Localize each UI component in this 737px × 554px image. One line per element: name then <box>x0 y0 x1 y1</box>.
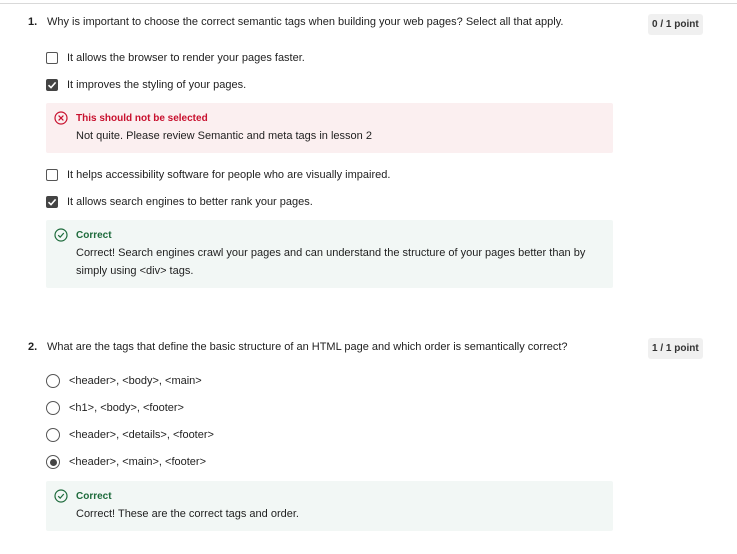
feedback-correct: Correct Correct! These are the correct t… <box>46 481 613 531</box>
check-circle-icon <box>54 228 68 242</box>
x-circle-icon <box>54 111 68 125</box>
option-label: It improves the styling of your pages. <box>67 79 247 91</box>
option-label: <header>, <main>, <footer> <box>69 456 206 468</box>
radio-button[interactable] <box>46 428 60 442</box>
feedback-title: Correct <box>76 229 112 241</box>
option-label: It allows search engines to better rank … <box>67 196 313 208</box>
option-label: It helps accessibility software for peop… <box>67 169 391 181</box>
feedback-title: Correct <box>76 490 112 502</box>
checkbox-option[interactable]: It improves the styling of your pages. <box>46 77 246 93</box>
radio-button[interactable] <box>46 374 60 388</box>
checkbox[interactable] <box>46 52 58 64</box>
feedback-correct: Correct Correct! Search engines crawl yo… <box>46 220 613 288</box>
top-divider <box>0 3 737 4</box>
radio-selected-dot <box>49 458 57 466</box>
option-label: It allows the browser to render your pag… <box>67 52 305 64</box>
question-text: Why is important to choose the correct s… <box>47 16 564 28</box>
checkbox-option[interactable]: It helps accessibility software for peop… <box>46 167 390 183</box>
radio-button-selected[interactable] <box>46 455 60 469</box>
checkbox-option[interactable]: It allows the browser to render your pag… <box>46 50 305 66</box>
checkbox-checked[interactable] <box>46 79 58 91</box>
feedback-incorrect: This should not be selected Not quite. P… <box>46 103 613 153</box>
radio-option[interactable]: <header>, <details>, <footer> <box>46 427 214 443</box>
points-badge: 0 / 1 point <box>648 14 703 35</box>
points-badge: 1 / 1 point <box>648 338 703 359</box>
option-label: <h1>, <body>, <footer> <box>69 402 184 414</box>
option-label: <header>, <body>, <main> <box>69 375 202 387</box>
feedback-message: Correct! Search engines crawl your pages… <box>76 247 586 277</box>
checkmark-icon <box>47 81 57 89</box>
checkbox-checked[interactable] <box>46 196 58 208</box>
feedback-message: Not quite. Please review Semantic and me… <box>76 130 372 142</box>
radio-option[interactable]: <h1>, <body>, <footer> <box>46 400 184 416</box>
option-label: <header>, <details>, <footer> <box>69 429 214 441</box>
feedback-title: This should not be selected <box>76 112 208 124</box>
radio-option[interactable]: <header>, <main>, <footer> <box>46 454 206 470</box>
question-number: 1. <box>28 16 38 28</box>
checkbox[interactable] <box>46 169 58 181</box>
feedback-message: Correct! These are the correct tags and … <box>76 508 299 520</box>
checkbox-option[interactable]: It allows search engines to better rank … <box>46 194 313 210</box>
question-text: What are the tags that define the basic … <box>47 341 568 353</box>
radio-button[interactable] <box>46 401 60 415</box>
question-number: 2. <box>28 341 38 353</box>
checkmark-icon <box>47 198 57 206</box>
radio-option[interactable]: <header>, <body>, <main> <box>46 373 202 389</box>
check-circle-icon <box>54 489 68 503</box>
